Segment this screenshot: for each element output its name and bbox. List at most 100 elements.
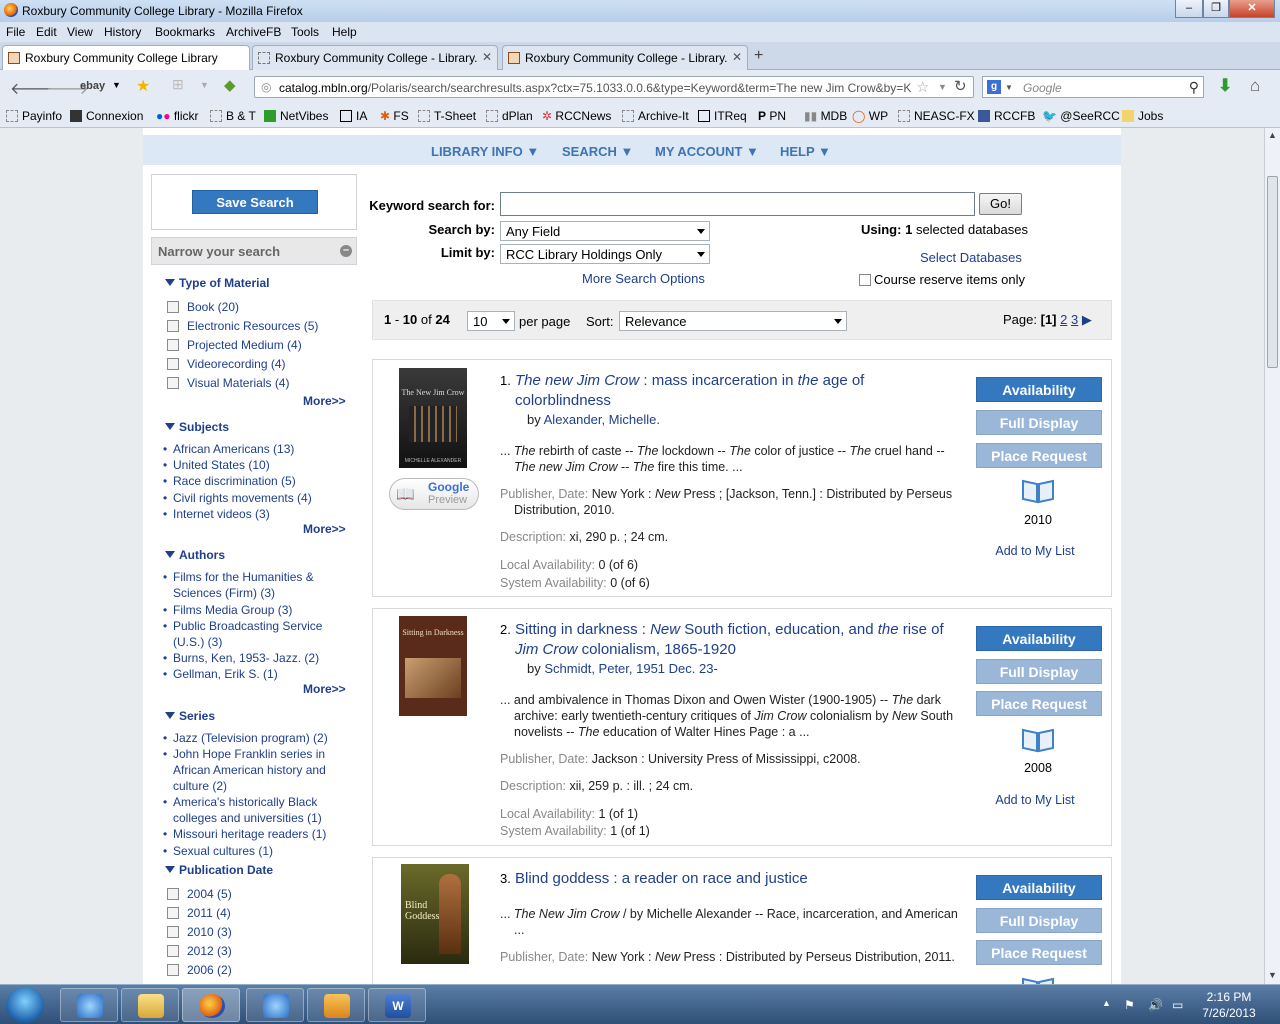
show-hidden-icons[interactable]: ▲ bbox=[1102, 998, 1111, 1008]
minimize-button[interactable]: – bbox=[1175, 0, 1203, 18]
facet-checkbox[interactable]: 2011 (4) bbox=[167, 906, 231, 920]
facet-link[interactable]: John Hope Franklin series in African Ame… bbox=[163, 746, 333, 794]
result-title-link[interactable]: The new Jim Crow : mass incarceration in… bbox=[515, 371, 935, 411]
bookmark-item[interactable]: Archive-It bbox=[622, 109, 689, 123]
facet-link[interactable]: Films for the Humanities & Sciences (Fir… bbox=[163, 569, 333, 601]
facet-link[interactable]: Missouri heritage readers (1) bbox=[163, 826, 333, 842]
book-cover-image[interactable]: Blind Goddess bbox=[401, 864, 469, 964]
close-tab-icon[interactable]: ✕ bbox=[482, 50, 492, 64]
close-window-button[interactable]: ✕ bbox=[1229, 0, 1275, 18]
google-preview-button[interactable]: 📖 Google Preview bbox=[389, 478, 479, 510]
facet-series[interactable]: Series bbox=[165, 709, 215, 723]
bookmark-item[interactable]: Payinfo bbox=[6, 109, 62, 123]
new-tab-button[interactable]: + bbox=[754, 47, 763, 65]
tab-active[interactable]: Roxbury Community College Library bbox=[2, 45, 250, 71]
maximize-button[interactable]: ❐ bbox=[1203, 0, 1229, 18]
place-request-button[interactable]: Place Request bbox=[976, 691, 1102, 716]
facet-link[interactable]: Burns, Ken, 1953- Jazz. (2) bbox=[163, 650, 333, 666]
bookmark-item[interactable]: P PN bbox=[758, 109, 786, 123]
menu-history[interactable]: History bbox=[104, 25, 141, 39]
go-button[interactable]: Go! bbox=[979, 193, 1022, 215]
facet-checkbox[interactable]: Videorecording (4) bbox=[167, 357, 286, 371]
diamond-addon-icon[interactable]: ◆ bbox=[224, 76, 236, 94]
facet-checkbox[interactable]: Projected Medium (4) bbox=[167, 338, 302, 352]
book-cover-image[interactable]: The New Jim Crow MICHELLE ALEXANDER bbox=[399, 368, 467, 468]
availability-button[interactable]: Availability bbox=[976, 875, 1102, 900]
full-display-button[interactable]: Full Display bbox=[976, 659, 1102, 684]
facet-authors[interactable]: Authors bbox=[165, 548, 225, 562]
course-reserve-checkbox[interactable]: Course reserve items only bbox=[859, 272, 1025, 287]
menu-tools[interactable]: Tools bbox=[291, 25, 319, 39]
scroll-down-icon[interactable]: ▼ bbox=[1268, 970, 1277, 980]
bookmark-item[interactable]: dPlan bbox=[486, 109, 533, 123]
place-request-button[interactable]: Place Request bbox=[976, 443, 1102, 468]
bookmark-item[interactable]: ●● flickr bbox=[156, 109, 199, 123]
url-bar[interactable]: ◎ catalog.mbln.org/Polaris/search/search… bbox=[254, 76, 974, 98]
start-button[interactable] bbox=[6, 987, 44, 1023]
search-icon[interactable]: ⚲ bbox=[1189, 79, 1199, 96]
tab-3[interactable]: Roxbury Community College - Library. ✕ bbox=[502, 45, 748, 70]
taskbar-explorer[interactable] bbox=[121, 988, 179, 1022]
add-icon[interactable]: ⊞ bbox=[172, 76, 184, 93]
bookmark-item[interactable]: Jobs bbox=[1122, 109, 1163, 123]
bookmark-item[interactable]: ▮▮ MDB bbox=[804, 109, 847, 123]
facet-link[interactable]: Films Media Group (3) bbox=[163, 602, 333, 618]
sort-select[interactable]: Relevance bbox=[619, 311, 847, 331]
menu-archivefb[interactable]: ArchiveFB bbox=[226, 25, 281, 39]
place-request-button[interactable]: Place Request bbox=[976, 940, 1102, 965]
add-to-my-list-link[interactable]: Add to My List bbox=[985, 793, 1085, 807]
bookmark-item[interactable]: IA bbox=[340, 109, 367, 123]
facet-checkbox[interactable]: Book (20) bbox=[167, 300, 239, 314]
page-link[interactable]: 2 bbox=[1060, 312, 1067, 327]
taskbar-outlook[interactable] bbox=[307, 988, 365, 1022]
facet-checkbox[interactable]: Visual Materials (4) bbox=[167, 376, 289, 390]
bookmark-item[interactable]: RCCFB bbox=[978, 109, 1035, 123]
menu-bookmarks[interactable]: Bookmarks bbox=[155, 25, 215, 39]
ebay-button[interactable]: ebay bbox=[80, 80, 105, 92]
nav-my-account[interactable]: MY ACCOUNT ▼ bbox=[655, 144, 759, 159]
nav-library-info[interactable]: LIBRARY INFO ▼ bbox=[431, 144, 539, 159]
facet-checkbox[interactable]: 2012 (3) bbox=[167, 944, 232, 958]
facet-link[interactable]: Gellman, Erik S. (1) bbox=[163, 666, 333, 682]
bookmark-item[interactable]: ITReq bbox=[698, 109, 747, 123]
search-by-select[interactable]: Any Field bbox=[500, 221, 710, 241]
scrollbar-thumb[interactable] bbox=[1267, 176, 1278, 368]
facet-link[interactable]: African Americans (13) bbox=[163, 441, 333, 457]
availability-button[interactable]: Availability bbox=[976, 626, 1102, 651]
facet-checkbox[interactable]: 2010 (3) bbox=[167, 925, 232, 939]
full-display-button[interactable]: Full Display bbox=[976, 410, 1102, 435]
limit-by-select[interactable]: RCC Library Holdings Only bbox=[500, 244, 710, 264]
result-title-link[interactable]: Blind goddess : a reader on race and jus… bbox=[515, 869, 955, 889]
nav-search[interactable]: SEARCH ▼ bbox=[562, 144, 633, 159]
collapse-icon[interactable]: – bbox=[340, 245, 352, 257]
more-link[interactable]: More>> bbox=[303, 394, 346, 408]
more-link[interactable]: More>> bbox=[303, 682, 346, 696]
facet-link[interactable]: America's historically Black colleges an… bbox=[163, 794, 333, 826]
nav-help[interactable]: HELP ▼ bbox=[780, 144, 831, 159]
vertical-scrollbar[interactable]: ▲ ▼ bbox=[1264, 128, 1280, 984]
chevron-down-icon[interactable]: ▼ bbox=[112, 80, 121, 90]
bookmark-item[interactable]: NetVibes bbox=[264, 109, 328, 123]
facet-publication-date[interactable]: Publication Date bbox=[165, 863, 273, 877]
chevron-down-icon[interactable]: ▼ bbox=[938, 82, 947, 92]
bookmark-item[interactable]: T-Sheet bbox=[418, 109, 476, 123]
taskbar-firefox[interactable] bbox=[182, 988, 240, 1022]
bookmark-item[interactable]: NEASC-FX bbox=[898, 109, 975, 123]
facet-link[interactable]: United States (10) bbox=[163, 457, 333, 473]
more-link[interactable]: More>> bbox=[303, 522, 346, 536]
menu-edit[interactable]: Edit bbox=[36, 25, 57, 39]
bookmark-item[interactable]: ◯ WP bbox=[852, 109, 888, 123]
flag-icon[interactable]: ⚑ bbox=[1124, 998, 1135, 1012]
page-link[interactable]: 3 bbox=[1071, 312, 1078, 327]
facet-link[interactable]: Civil rights movements (4) bbox=[163, 490, 333, 506]
book-cover-image[interactable]: Sitting in Darkness bbox=[399, 616, 467, 716]
reload-icon[interactable]: ↻ bbox=[954, 77, 967, 95]
facet-checkbox[interactable]: 2006 (2) bbox=[167, 963, 232, 977]
chevron-down-icon[interactable]: ▼ bbox=[200, 80, 209, 90]
network-icon[interactable]: ▭ bbox=[1172, 998, 1183, 1012]
web-search-input[interactable]: g ▼ Google ⚲ bbox=[982, 76, 1204, 98]
bookmark-item[interactable]: ✲ RCCNews bbox=[542, 109, 611, 123]
availability-button[interactable]: Availability bbox=[976, 377, 1102, 402]
per-page-select[interactable]: 10 bbox=[467, 311, 515, 331]
bookmark-item[interactable]: ✱ FS bbox=[380, 109, 409, 123]
